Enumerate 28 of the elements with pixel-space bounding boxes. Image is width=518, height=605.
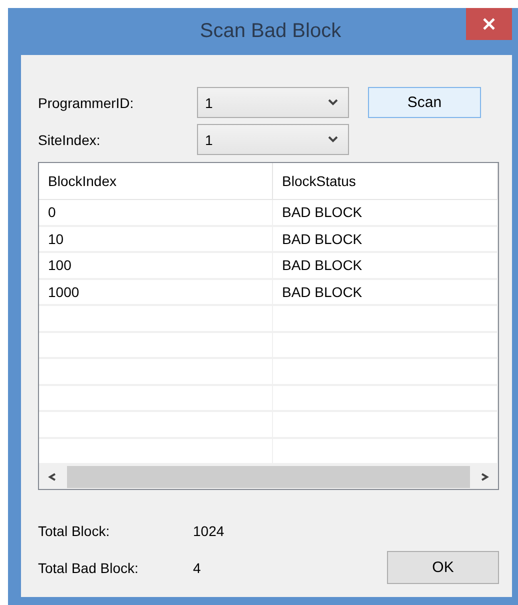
close-icon — [483, 18, 495, 30]
table-cell: BAD BLOCK — [273, 280, 498, 304]
chevron-down-icon — [328, 98, 338, 106]
field-label: ProgrammerID: — [38, 94, 135, 110]
total-label: Total Bad Block: — [38, 558, 140, 578]
close-button[interactable] — [466, 8, 512, 40]
total-label: Total Block: — [38, 522, 111, 540]
dropdown[interactable]: 1 — [197, 87, 349, 118]
table-cell: BAD BLOCK — [273, 200, 498, 224]
table-cell: 1000 — [39, 280, 273, 304]
table-cell: BAD BLOCK — [273, 253, 498, 278]
scan-button[interactable]: Scan — [368, 87, 481, 118]
table-cell: 100 — [39, 253, 273, 278]
ok-button[interactable]: OK — [387, 551, 499, 584]
chevron-right-icon — [479, 473, 489, 481]
table-cell: BAD BLOCK — [273, 226, 498, 251]
total-value: 4 — [193, 558, 202, 578]
dropdown[interactable]: 1 — [197, 124, 349, 155]
column-header[interactable]: BlockIndex — [39, 163, 273, 199]
horizontal-scrollbar[interactable] — [39, 465, 498, 489]
table-cell: 0 — [39, 200, 273, 224]
window-title: Scan Bad Block — [200, 20, 342, 43]
field-label: SiteIndex: — [38, 132, 102, 148]
chevron-down-icon — [328, 136, 338, 144]
column-header[interactable]: BlockStatus — [273, 163, 498, 199]
chevron-left-icon — [48, 473, 58, 481]
table-cell: 10 — [39, 226, 273, 251]
total-value: 1024 — [193, 522, 226, 540]
